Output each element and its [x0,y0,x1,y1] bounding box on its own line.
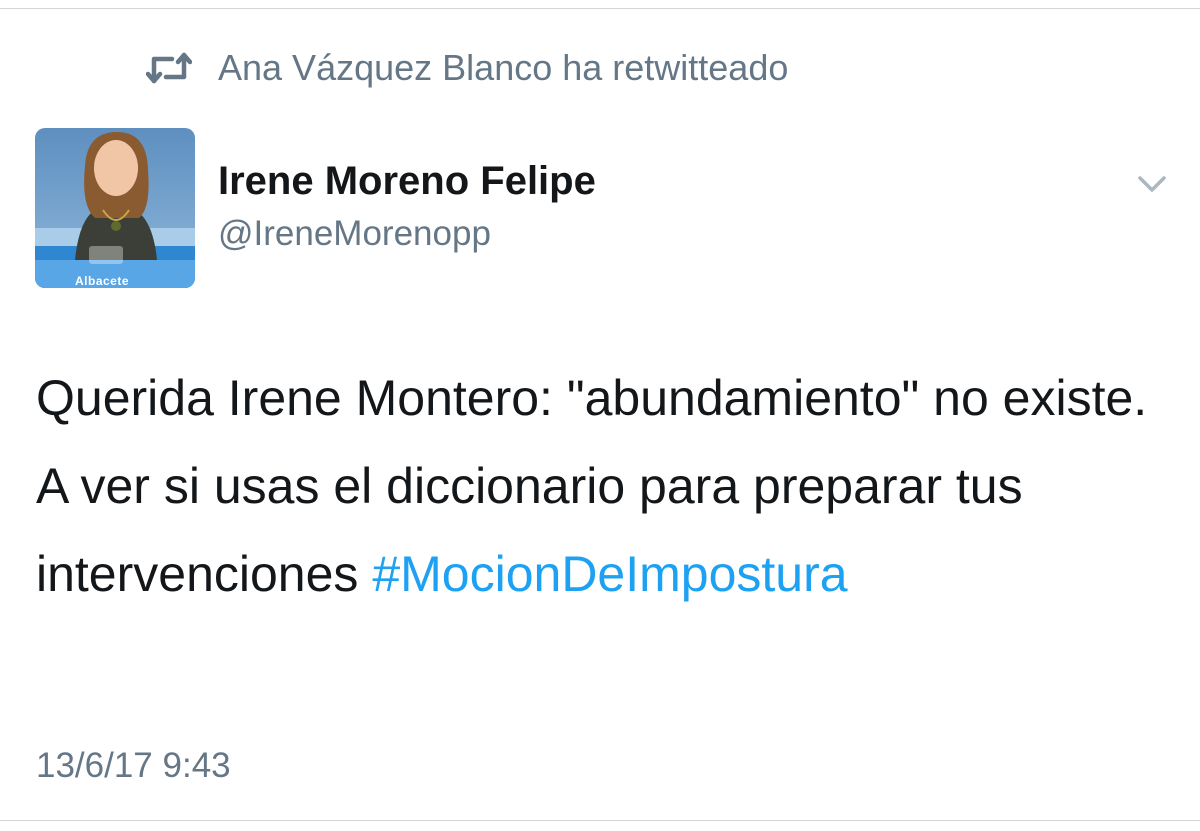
retweeted-by-label[interactable]: Ana Vázquez Blanco ha retwitteado [218,47,788,89]
retweet-icon [145,51,193,85]
top-divider [0,8,1200,9]
tweet-timestamp[interactable]: 13/6/17 9:43 [36,746,231,786]
author-handle[interactable]: @IreneMorenopp [218,214,491,254]
avatar[interactable]: Albacete [35,128,195,288]
tweet-text-block: Querida Irene Montero: "abundamiento" no… [36,354,1166,618]
chevron-down-icon[interactable] [1134,170,1170,198]
hashtag-link[interactable]: #MocionDeImpostura [372,530,847,618]
bottom-divider [0,820,1200,821]
avatar-caption: Albacete [74,274,130,288]
retweet-context: Ana Vázquez Blanco ha retwitteado [145,46,788,90]
author-name[interactable]: Irene Moreno Felipe [218,159,596,204]
